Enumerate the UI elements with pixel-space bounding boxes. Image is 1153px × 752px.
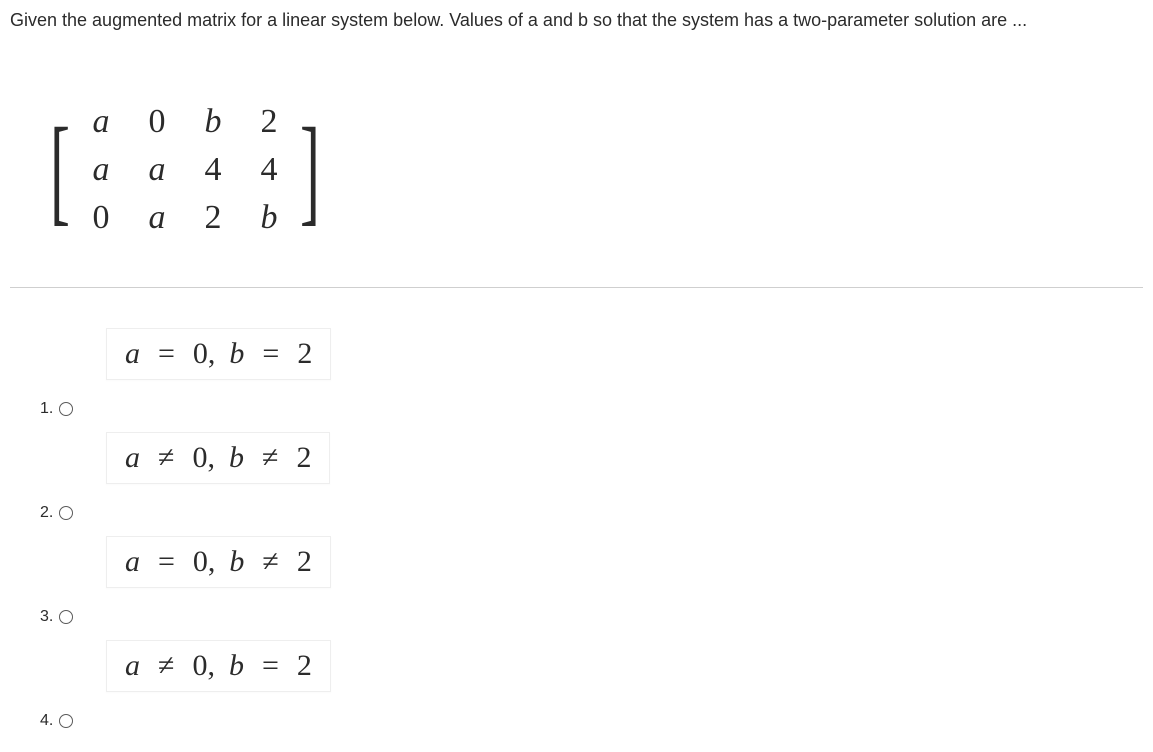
option-2-math: a ≠ 0, b ≠ 2 — [106, 432, 330, 484]
option-wrap: a = 0, b = 2 1. — [40, 328, 1143, 418]
option-wrap: a = 0, b ≠ 2 3. — [40, 536, 1143, 626]
matrix-bracket-right: ] — [300, 116, 320, 224]
matrix-cell: a — [144, 199, 170, 237]
radio-icon[interactable] — [59, 714, 73, 728]
matrix-cell: 4 — [200, 151, 226, 189]
option-4[interactable]: a ≠ 0, b = 2 — [96, 640, 1143, 698]
radio-icon[interactable] — [59, 506, 73, 520]
augmented-matrix: [ a 0 b 2 a a 4 4 0 a 2 b ] — [40, 103, 330, 237]
option-1-math: a = 0, b = 2 — [106, 328, 331, 380]
option-3-math: a = 0, b ≠ 2 — [106, 536, 331, 588]
matrix-cell: 2 — [256, 103, 282, 141]
matrix-cell: a — [144, 151, 170, 189]
matrix-bracket-left: [ — [50, 116, 70, 224]
radio-icon[interactable] — [59, 610, 73, 624]
option-number: 2. — [40, 504, 53, 522]
option-4-math: a ≠ 0, b = 2 — [106, 640, 331, 692]
matrix-cell: b — [256, 199, 282, 237]
option-1-label[interactable]: 1. — [40, 400, 1133, 418]
matrix-cell: b — [200, 103, 226, 141]
option-wrap: a ≠ 0, b = 2 4. — [40, 640, 1143, 730]
option-1[interactable]: a = 0, b = 2 — [96, 328, 1143, 386]
option-3[interactable]: a = 0, b ≠ 2 — [96, 536, 1143, 594]
option-2-label[interactable]: 2. — [40, 504, 1133, 522]
divider — [10, 287, 1143, 288]
matrix-cell: 4 — [256, 151, 282, 189]
matrix-cell: a — [88, 103, 114, 141]
matrix-content: a 0 b 2 a a 4 4 0 a 2 b — [80, 103, 290, 237]
option-3-label[interactable]: 3. — [40, 608, 1133, 626]
radio-icon[interactable] — [59, 402, 73, 416]
option-2[interactable]: a ≠ 0, b ≠ 2 — [96, 432, 1143, 490]
option-4-label[interactable]: 4. — [40, 712, 1133, 730]
matrix-cell: 2 — [200, 199, 226, 237]
question-text: Given the augmented matrix for a linear … — [10, 8, 1143, 33]
matrix-cell: 0 — [144, 103, 170, 141]
matrix-cell: 0 — [88, 199, 114, 237]
matrix-cell: a — [88, 151, 114, 189]
options-list: a = 0, b = 2 1. a ≠ 0, b ≠ 2 2. a = 0, b — [40, 328, 1143, 730]
option-number: 3. — [40, 608, 53, 626]
option-number: 1. — [40, 400, 53, 418]
option-wrap: a ≠ 0, b ≠ 2 2. — [40, 432, 1143, 522]
option-number: 4. — [40, 712, 53, 730]
